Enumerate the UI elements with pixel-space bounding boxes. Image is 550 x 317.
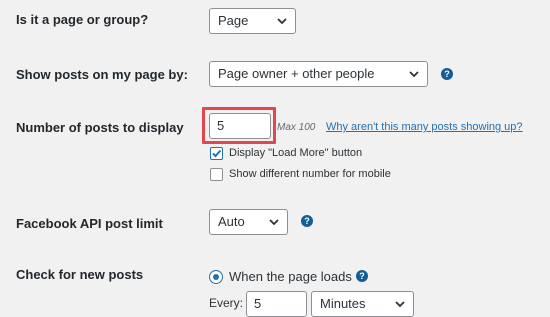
why-not-showing-link[interactable]: Why aren't this many posts showing up? [326, 121, 523, 133]
num-posts-input[interactable]: 5 [209, 113, 271, 139]
api-limit-select[interactable]: Auto [209, 209, 288, 235]
load-more-label: Display "Load More" button [229, 147, 363, 159]
chevron-down-icon [409, 71, 419, 78]
help-icon[interactable]: ? [441, 68, 453, 80]
every-input[interactable]: 5 [246, 291, 307, 317]
page-type-value: Page [218, 13, 249, 28]
num-posts-label: Number of posts to display [16, 120, 184, 135]
chevron-down-icon [395, 301, 405, 308]
api-limit-label: Facebook API post limit [16, 216, 163, 231]
max-hint: Max 100 [277, 122, 316, 133]
mobile-number-label: Show different number for mobile [229, 168, 391, 180]
help-icon[interactable]: ? [301, 215, 313, 227]
chevron-down-icon [269, 219, 279, 226]
show-posts-label: Show posts on my page by: [16, 67, 188, 82]
checkmark-icon [212, 149, 222, 158]
page-type-label: Is it a page or group? [16, 12, 149, 27]
help-icon[interactable]: ? [356, 270, 368, 282]
page-loads-label: When the page loads [229, 269, 352, 284]
page-loads-radio[interactable] [209, 270, 223, 284]
mobile-number-checkbox[interactable] [210, 168, 223, 181]
show-posts-select[interactable]: Page owner + other people [209, 61, 428, 87]
page-type-select[interactable]: Page [209, 8, 296, 34]
interval-unit-select[interactable]: Minutes [311, 291, 414, 317]
api-limit-value: Auto [218, 214, 245, 229]
chevron-down-icon [277, 18, 287, 25]
load-more-checkbox[interactable] [210, 147, 223, 160]
show-posts-value: Page owner + other people [218, 66, 375, 81]
every-label: Every: [209, 296, 244, 310]
check-new-label: Check for new posts [16, 267, 144, 282]
radio-selected-dot [213, 274, 219, 280]
